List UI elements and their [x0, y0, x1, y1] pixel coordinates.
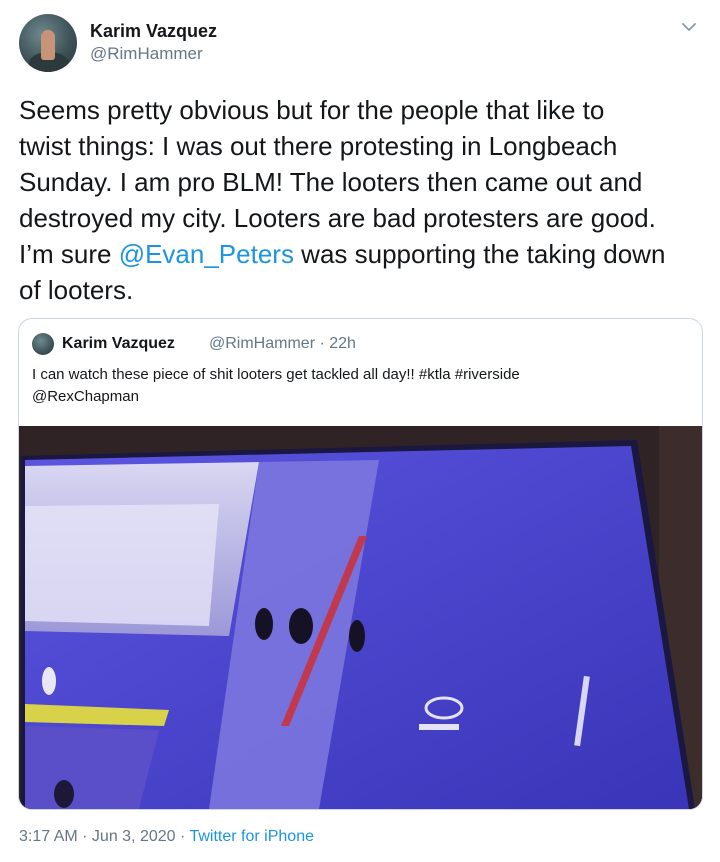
- author-name[interactable]: Karim Vazquez: [90, 21, 217, 42]
- quoted-time: 22h: [329, 335, 356, 352]
- chevron-down-icon[interactable]: [680, 18, 698, 36]
- quoted-author-name: Karim Vazquez: [62, 335, 175, 352]
- quoted-author-handle: @RimHammer: [209, 335, 316, 352]
- tweet-source[interactable]: Twitter for iPhone: [189, 828, 314, 845]
- quoted-avatar: [32, 333, 54, 355]
- tweet-footer: 3:17 AM · Jun 3, 2020 · Twitter for iPho…: [19, 828, 314, 845]
- video-still-image: [19, 426, 702, 809]
- quoted-tweet[interactable]: Karim Vazquez @RimHammer · 22h I can wat…: [18, 318, 703, 810]
- avatar-figure: [41, 30, 55, 60]
- tweet-card: Karim Vazquez @RimHammer Seems pretty ob…: [0, 0, 720, 862]
- tweet-text: Seems pretty obvious but for the people …: [19, 92, 709, 308]
- author-handle[interactable]: @RimHammer: [90, 44, 203, 64]
- quoted-meta: @RimHammer · 22h: [209, 335, 356, 352]
- mention-link[interactable]: @Evan_Peters: [119, 239, 294, 269]
- avatar[interactable]: [19, 14, 77, 72]
- tweet-date[interactable]: Jun 3, 2020: [92, 828, 176, 845]
- tweet-time[interactable]: 3:17 AM: [19, 828, 78, 845]
- video-thumbnail[interactable]: [19, 426, 702, 809]
- quoted-text: I can watch these piece of shit looters …: [32, 366, 520, 405]
